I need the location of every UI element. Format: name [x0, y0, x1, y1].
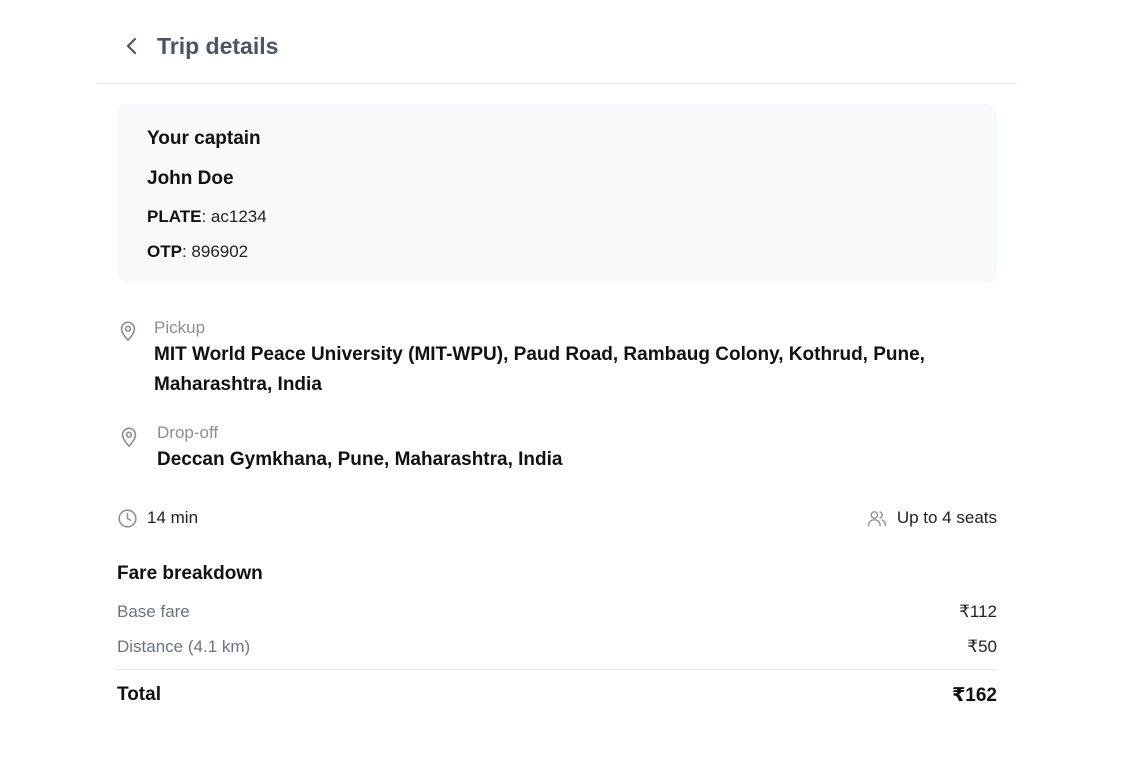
- back-button[interactable]: [119, 31, 145, 61]
- fare-heading: Fare breakdown: [117, 563, 263, 584]
- otp-label: OTP: [147, 242, 182, 261]
- total-label: Total: [117, 684, 161, 705]
- fare-divider: [117, 669, 997, 670]
- fare-row: Distance (4.1 km) ₹50: [117, 637, 997, 661]
- map-pin-icon: [120, 321, 136, 341]
- plate-label: PLATE: [147, 207, 202, 226]
- pickup-address-line1: MIT World Peace University (MIT-WPU), Pa…: [154, 344, 925, 365]
- total-value: ₹162: [952, 685, 997, 706]
- captain-heading: Your captain: [147, 128, 261, 149]
- page-title: Trip details: [157, 33, 279, 59]
- page-header: Trip details: [97, 0, 1017, 84]
- captain-card: Your captain John Doe PLATE: ac1234 OTP:…: [117, 104, 997, 283]
- pickup-label: Pickup: [154, 318, 206, 337]
- fare-row-value: ₹112: [959, 602, 997, 621]
- captain-name: John Doe: [147, 168, 234, 189]
- map-pin-icon: [121, 427, 137, 447]
- seats-text: Up to 4 seats: [896, 508, 997, 527]
- dropoff-address: Deccan Gymkhana, Pune, Maharashtra, Indi…: [157, 449, 563, 470]
- fare-total-row: Total ₹162: [117, 684, 997, 710]
- plate-colon: :: [201, 207, 211, 226]
- captain-otp: OTP: 896902: [147, 242, 248, 262]
- dropoff-label: Drop-off: [157, 423, 219, 442]
- fare-row-label: Base fare: [117, 602, 190, 621]
- otp-colon: :: [181, 242, 192, 261]
- fare-row: Base fare ₹112: [117, 602, 997, 626]
- fare-row-value: ₹50: [967, 637, 997, 656]
- pickup-address-line2: Maharashtra, India: [154, 374, 322, 395]
- chevron-left-icon: [126, 37, 137, 55]
- fare-row-label: Distance (4.1 km): [117, 637, 251, 656]
- captain-plate: PLATE: ac1234: [147, 207, 267, 227]
- plate-value: ac1234: [210, 207, 267, 226]
- users-icon: [867, 510, 886, 526]
- otp-value: 896902: [191, 242, 249, 261]
- clock-icon: [118, 508, 137, 528]
- duration-text: 14 min: [147, 508, 199, 527]
- trip-duration: 14 min: [117, 506, 198, 530]
- trip-seats: Up to 4 seats: [866, 506, 997, 530]
